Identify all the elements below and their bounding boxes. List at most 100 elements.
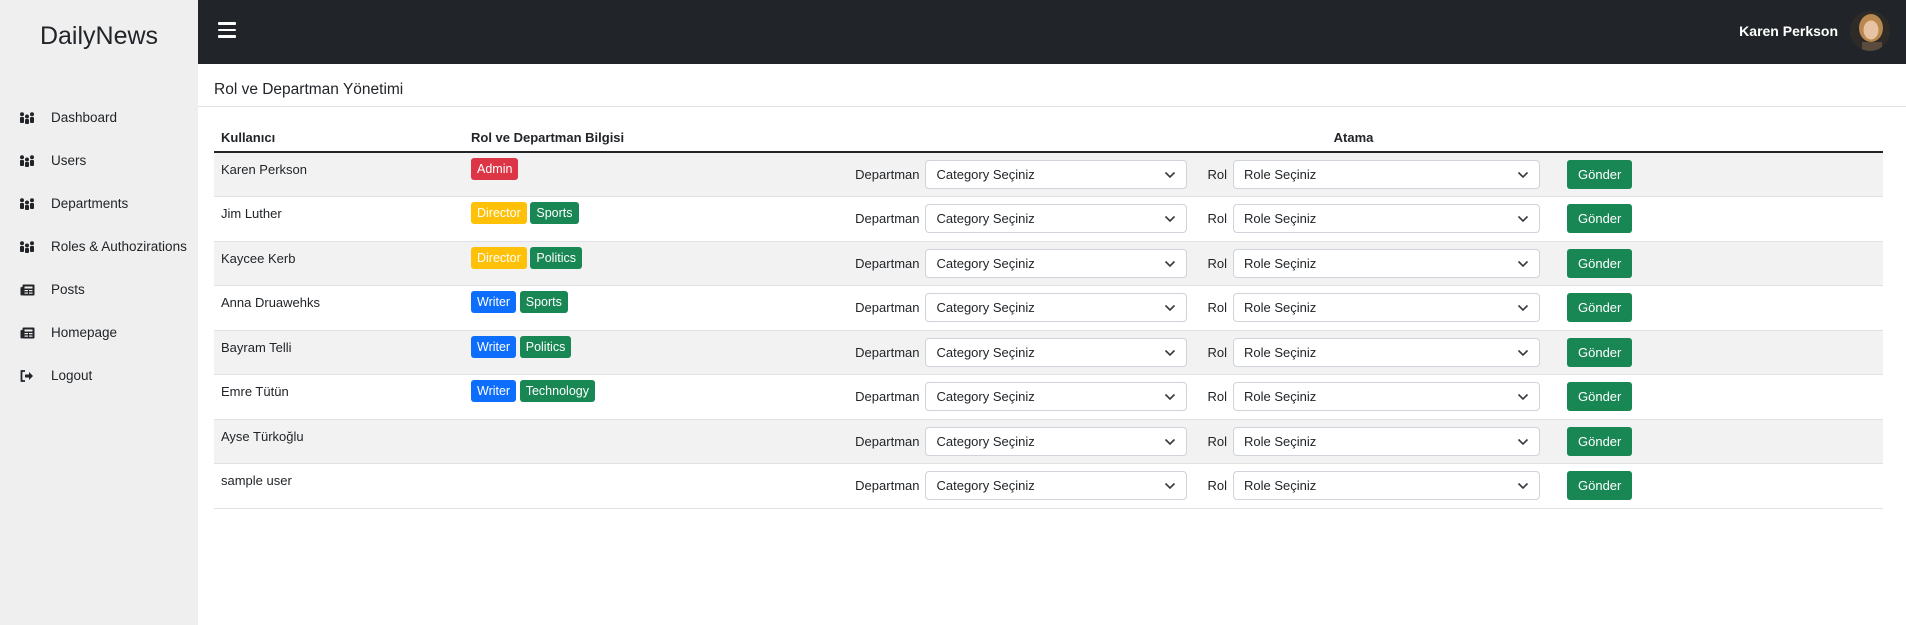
department-select-value: Category Seçiniz (936, 389, 1035, 405)
chevron-down-icon (1517, 300, 1529, 315)
department-badge: Politics (519, 335, 572, 358)
department-select-value: Category Seçiniz (936, 344, 1035, 360)
chevron-down-icon (1164, 389, 1176, 404)
role-select[interactable]: Role Seçiniz (1233, 471, 1540, 501)
submit-button[interactable]: Gönder (1567, 293, 1633, 323)
sidebar-item-roles[interactable]: Roles & Authozirations (0, 225, 198, 268)
submit-button[interactable]: Gönder (1567, 248, 1633, 278)
department-label: Departman (855, 478, 920, 494)
sidebar-item-homepage[interactable]: Homepage (0, 311, 198, 354)
title-divider (198, 106, 1906, 107)
sidebar-item-label: Departments (51, 196, 129, 211)
role-badge: Admin (471, 158, 519, 180)
current-user-name[interactable]: Karen Perkson (1739, 23, 1838, 39)
role-select[interactable]: Role Seçiniz (1233, 337, 1540, 367)
menu-toggle-icon[interactable] (218, 22, 236, 38)
sidebar-item-departments[interactable]: Departments (0, 182, 198, 225)
chevron-down-icon (1517, 434, 1529, 449)
submit-button[interactable]: Gönder (1567, 426, 1633, 456)
role-label: Rol (1207, 255, 1227, 271)
role-select-value: Role Seçiniz (1244, 211, 1317, 227)
department-select[interactable]: Category Seçiniz (925, 293, 1188, 323)
role-select[interactable]: Role Seçiniz (1233, 426, 1540, 456)
sidebar: DailyNews Dashboard Users Departments Ro… (0, 0, 198, 625)
chevron-down-icon (1517, 478, 1529, 493)
role-department-info: Director Sports (464, 197, 824, 242)
assign-cell: Departman Category Seçiniz Rol Role Seçiniz (824, 152, 1547, 197)
sidebar-item-users[interactable]: Users (0, 139, 198, 182)
avatar[interactable] (1850, 11, 1890, 51)
role-select[interactable]: Role Seçiniz (1233, 160, 1540, 189)
sidebar-item-label: Users (51, 153, 87, 168)
chevron-down-icon (1517, 389, 1529, 404)
user-name-cell: Anna Druawehks (221, 295, 320, 310)
submit-button[interactable]: Gönder (1567, 160, 1633, 189)
department-select[interactable]: Category Seçiniz (925, 204, 1188, 234)
assign-cell: Departman Category Seçiniz Rol Role Seçiniz (824, 464, 1547, 509)
users-icon (19, 154, 35, 168)
chevron-down-icon (1517, 256, 1529, 271)
submit-button[interactable]: Gönder (1567, 382, 1633, 412)
department-select[interactable]: Category Seçiniz (925, 160, 1188, 189)
role-label: Rol (1207, 300, 1227, 316)
role-department-info (464, 419, 824, 464)
role-badge: Writer (471, 380, 517, 402)
role-select-value: Role Seçiniz (1244, 478, 1317, 494)
role-label: Rol (1207, 167, 1227, 182)
role-label: Rol (1207, 389, 1227, 405)
assign-cell: Departman Category Seçiniz Rol Role Seçiniz (824, 197, 1547, 242)
submit-button[interactable]: Gönder (1567, 471, 1633, 501)
chevron-down-icon (1164, 478, 1176, 493)
chevron-down-icon (1164, 300, 1176, 315)
department-select[interactable]: Category Seçiniz (925, 337, 1188, 367)
user-name-cell: Bayram Telli (221, 339, 292, 355)
role-select[interactable]: Role Seçiniz (1233, 293, 1540, 323)
role-select-value: Role Seçiniz (1244, 344, 1317, 360)
role-select-value: Role Seçiniz (1244, 389, 1317, 405)
role-select-value: Role Seçiniz (1244, 300, 1317, 316)
sidebar-item-posts[interactable]: Posts (0, 268, 198, 311)
submit-cell: Gönder (1547, 197, 1883, 242)
chevron-down-icon (1164, 256, 1176, 271)
role-label: Rol (1207, 211, 1227, 227)
user-name-cell: Ayse Türkoğlu (221, 428, 304, 444)
table-row: Emre Tütün Writer Technology Departman Cate… (214, 375, 1883, 420)
page-title: Rol ve Departman Yönetimi (214, 81, 404, 98)
submit-cell: Gönder (1547, 241, 1883, 286)
role-department-info: Writer Technology (464, 375, 824, 420)
submit-button[interactable]: Gönder (1567, 337, 1633, 367)
department-label: Departman (855, 300, 920, 316)
column-header-user: Kullanıcı (214, 124, 464, 153)
sidebar-item-label: Roles & Authozirations (51, 239, 187, 254)
table-row: Anna Druawehks Writer Sports Departman Cate… (214, 286, 1883, 330)
role-select[interactable]: Role Seçiniz (1233, 382, 1540, 412)
department-label: Departman (855, 255, 920, 271)
assign-cell: Departman Category Seçiniz Rol Role Seçiniz (824, 330, 1547, 375)
sidebar-item-label: Logout (51, 368, 93, 383)
brand-title[interactable]: DailyNews (0, 22, 198, 51)
table-row: Jim Luther Director Sports Departman Catego… (214, 197, 1883, 242)
role-select-value: Role Seçiniz (1244, 167, 1317, 182)
department-label: Departman (855, 389, 920, 405)
users-icon (19, 240, 35, 254)
assign-cell: Departman Category Seçiniz Rol Role Seçiniz (824, 375, 1547, 420)
department-select-value: Category Seçiniz (936, 167, 1035, 182)
sidebar-item-logout[interactable]: Logout (0, 354, 198, 397)
department-label: Departman (855, 344, 920, 360)
user-name-cell: Kaycee Kerb (221, 250, 296, 266)
sidebar-nav: Dashboard Users Departments Roles & Auth… (0, 96, 198, 397)
department-select[interactable]: Category Seçiniz (925, 471, 1188, 501)
department-select[interactable]: Category Seçiniz (925, 382, 1188, 412)
table-row: Karen Perkson Admin Departman Category Seç… (214, 152, 1883, 197)
column-header-info: Rol ve Departman Bilgisi (464, 124, 824, 153)
department-label: Departman (855, 211, 920, 227)
role-select[interactable]: Role Seçiniz (1233, 248, 1540, 278)
sidebar-item-label: Posts (51, 282, 85, 297)
sidebar-item-dashboard[interactable]: Dashboard (0, 96, 198, 139)
department-select[interactable]: Category Seçiniz (925, 426, 1188, 456)
department-select[interactable]: Category Seçiniz (925, 248, 1188, 278)
department-select-value: Category Seçiniz (936, 255, 1035, 271)
role-select[interactable]: Role Seçiniz (1233, 204, 1540, 234)
submit-button[interactable]: Gönder (1567, 204, 1633, 234)
department-select-value: Category Seçiniz (936, 300, 1035, 316)
